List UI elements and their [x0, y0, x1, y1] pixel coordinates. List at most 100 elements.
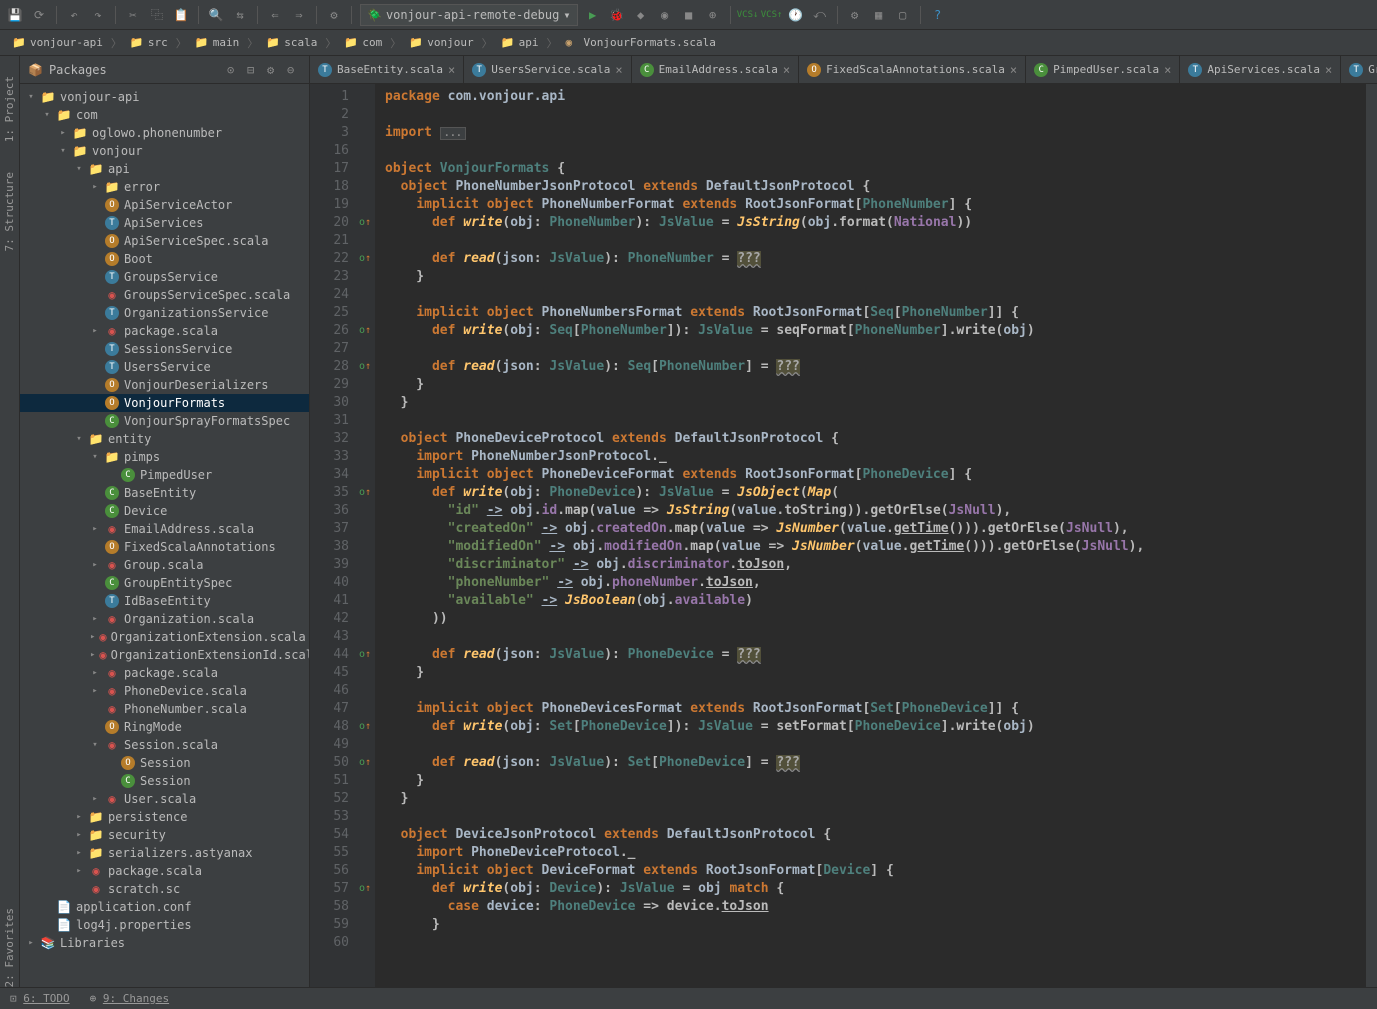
find-icon[interactable]: 🔍 — [207, 6, 225, 24]
expand-arrow-icon[interactable]: ▾ — [58, 146, 68, 156]
editor-tab[interactable]: TGroupsService× — [1341, 56, 1377, 83]
project-structure-icon[interactable]: ▦ — [870, 6, 888, 24]
tree-item[interactable]: ▾📁pimps — [20, 448, 309, 466]
breadcrumb-item[interactable]: 📁vonjour-api — [6, 34, 109, 52]
expand-arrow-icon[interactable]: ▾ — [42, 110, 52, 120]
breadcrumb-item[interactable]: 📁vonjour — [403, 34, 479, 52]
vcs-update-icon[interactable]: VCS↓ — [739, 6, 757, 24]
expand-arrow-icon[interactable]: ▸ — [90, 326, 100, 336]
tree-item[interactable]: TOrganizationsService — [20, 304, 309, 322]
tree-item[interactable]: CSession — [20, 772, 309, 790]
override-marker-icon[interactable]: o↑ — [355, 214, 375, 232]
tree-item[interactable]: CGroupEntitySpec — [20, 574, 309, 592]
breadcrumb-item[interactable]: 📁api — [495, 34, 545, 52]
editor-tab[interactable]: OFixedScalaAnnotations.scala× — [799, 56, 1026, 83]
close-icon[interactable]: × — [1164, 63, 1171, 77]
copy-icon[interactable]: ⿻ — [148, 6, 166, 24]
code-content[interactable]: package com.vonjour.apiimport ...object … — [375, 84, 1365, 987]
attach-icon[interactable]: ⊕ — [704, 6, 722, 24]
revert-icon[interactable]: ⤺ — [811, 6, 829, 24]
project-tree[interactable]: ▾📁vonjour-api▾📁com▸📁oglowo.phonenumber ▾📁… — [20, 84, 309, 987]
expand-arrow-icon[interactable]: ▸ — [90, 686, 100, 696]
tree-item[interactable]: ▾📁entity — [20, 430, 309, 448]
tree-item[interactable]: CVonjourSprayFormatsSpec — [20, 412, 309, 430]
gear-icon[interactable]: ⚙ — [267, 63, 281, 77]
override-marker-icon[interactable]: o↑ — [355, 250, 375, 268]
tree-item[interactable]: ▸◉OrganizationExtension.scala — [20, 628, 309, 646]
paste-icon[interactable]: 📋 — [172, 6, 190, 24]
expand-arrow-icon[interactable]: ▸ — [90, 632, 95, 642]
debug-icon[interactable]: 🐞 — [608, 6, 626, 24]
expand-arrow-icon[interactable]: ▸ — [90, 650, 95, 660]
breadcrumb-item[interactable]: 📁scala — [260, 34, 323, 52]
tree-item[interactable]: TUsersService — [20, 358, 309, 376]
tree-item[interactable]: ORingMode — [20, 718, 309, 736]
expand-arrow-icon[interactable]: ▸ — [26, 938, 36, 948]
close-icon[interactable]: × — [783, 63, 790, 77]
close-icon[interactable]: × — [1010, 63, 1017, 77]
tree-item[interactable]: ▸◉Organization.scala — [20, 610, 309, 628]
history-icon[interactable]: 🕐 — [787, 6, 805, 24]
expand-arrow-icon[interactable]: ▾ — [74, 164, 84, 174]
tree-item[interactable]: CPimpedUser — [20, 466, 309, 484]
tree-item[interactable]: ▸◉EmailAddress.scala — [20, 520, 309, 538]
sdk-icon[interactable]: ▢ — [894, 6, 912, 24]
tree-item[interactable]: ▸📁error — [20, 178, 309, 196]
favorites-tool-tab[interactable]: 2: Favorites — [3, 908, 16, 987]
tree-item[interactable]: ◉PhoneNumber.scala — [20, 700, 309, 718]
tree-item[interactable]: 📄application.conf — [20, 898, 309, 916]
tree-item[interactable]: OVonjourDeserializers — [20, 376, 309, 394]
expand-arrow-icon[interactable]: ▸ — [90, 524, 100, 534]
tree-item[interactable]: OVonjourFormats — [20, 394, 309, 412]
override-marker-icon[interactable]: o↑ — [355, 358, 375, 376]
expand-arrow-icon[interactable]: ▾ — [74, 434, 84, 444]
tree-item[interactable]: ▸◉Group.scala — [20, 556, 309, 574]
expand-arrow-icon[interactable]: ▸ — [74, 812, 84, 822]
tree-item[interactable]: ▸📁oglowo.phonenumber — [20, 124, 309, 142]
tree-item[interactable]: CDevice — [20, 502, 309, 520]
tree-item[interactable]: ▸◉PhoneDevice.scala — [20, 682, 309, 700]
tree-item[interactable]: ▸📚Libraries — [20, 934, 309, 952]
tree-item[interactable]: ▸◉package.scala — [20, 862, 309, 880]
refresh-icon[interactable]: ⟳ — [30, 6, 48, 24]
code-editor[interactable]: 1231617181920212223242526272829303132333… — [310, 84, 1377, 987]
tree-item[interactable]: ▸◉OrganizationExtensionId.scala — [20, 646, 309, 664]
editor-tab[interactable]: TBaseEntity.scala× — [310, 56, 464, 83]
tree-item[interactable]: ▾📁com — [20, 106, 309, 124]
override-marker-icon[interactable]: o↑ — [355, 880, 375, 898]
expand-arrow-icon[interactable]: ▾ — [26, 92, 36, 102]
expand-arrow-icon[interactable]: ▸ — [74, 830, 84, 840]
expand-arrow-icon[interactable]: ▾ — [90, 740, 100, 750]
undo-icon[interactable]: ↶ — [65, 6, 83, 24]
tree-item[interactable]: OSession — [20, 754, 309, 772]
override-marker-icon[interactable]: o↑ — [355, 484, 375, 502]
close-icon[interactable]: × — [615, 63, 622, 77]
settings-icon[interactable]: ⚙ — [846, 6, 864, 24]
expand-arrow-icon[interactable]: ▾ — [90, 452, 100, 462]
error-stripe[interactable] — [1365, 84, 1377, 987]
todo-tool-button[interactable]: ⊡ 6: TODO — [10, 992, 70, 1005]
breadcrumb-item[interactable]: 📁src — [124, 34, 174, 52]
expand-arrow-icon[interactable]: ▸ — [90, 182, 100, 192]
tree-item[interactable]: 📄log4j.properties — [20, 916, 309, 934]
tree-item[interactable]: ◉GroupsServiceSpec.scala — [20, 286, 309, 304]
override-marker-icon[interactable]: o↑ — [355, 646, 375, 664]
vcs-commit-icon[interactable]: VCS↑ — [763, 6, 781, 24]
expand-arrow-icon[interactable]: ▸ — [90, 560, 100, 570]
expand-arrow-icon[interactable]: ▸ — [90, 668, 100, 678]
breadcrumb-item[interactable]: ◉VonjourFormats.scala — [559, 34, 721, 52]
editor-tab[interactable]: TUsersService.scala× — [464, 56, 631, 83]
build-icon[interactable]: ⚙ — [325, 6, 343, 24]
project-tool-tab[interactable]: 1: Project — [3, 76, 16, 142]
tree-item[interactable]: CBaseEntity — [20, 484, 309, 502]
tree-item[interactable]: ▾📁vonjour-api — [20, 88, 309, 106]
tree-item[interactable]: ▾📁api — [20, 160, 309, 178]
tree-item[interactable]: ▸◉User.scala — [20, 790, 309, 808]
expand-arrow-icon[interactable]: ▸ — [74, 866, 84, 876]
collapse-all-icon[interactable]: ⊟ — [247, 63, 261, 77]
save-icon[interactable]: 💾 — [6, 6, 24, 24]
tree-item[interactable]: TIdBaseEntity — [20, 592, 309, 610]
expand-arrow-icon[interactable]: ▸ — [90, 614, 100, 624]
tree-item[interactable]: OBoot — [20, 250, 309, 268]
expand-arrow-icon[interactable]: ▸ — [90, 794, 100, 804]
